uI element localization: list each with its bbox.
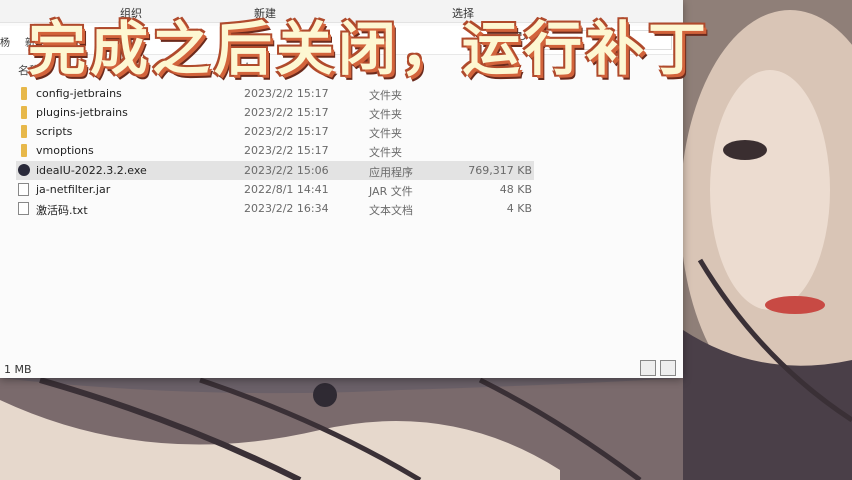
selected-size-label: 1 MB — [4, 363, 32, 376]
file-name: vmoptions — [36, 144, 94, 157]
file-name: ideaIU-2022.3.2.exe — [36, 164, 147, 177]
folder-icon — [21, 87, 27, 100]
file-type: JAR 文件 — [369, 185, 413, 198]
file-row[interactable]: plugins-jetbrains 2023/2/2 15:17 文件夹 — [16, 103, 534, 122]
file-type: 应用程序 — [369, 166, 413, 179]
video-caption: 完成之后关闭，运行补丁 — [28, 15, 711, 83]
file-date: 2023/2/2 15:06 — [244, 164, 329, 177]
tiles-view-icon[interactable] — [660, 360, 676, 376]
file-size: 769,317 KB — [468, 164, 532, 177]
file-date: 2023/2/2 15:17 — [244, 87, 329, 100]
file-type: 文件夹 — [369, 108, 402, 121]
file-name: plugins-jetbrains — [36, 106, 128, 119]
file-row-selected[interactable]: ideaIU-2022.3.2.exe 2023/2/2 15:06 应用程序 … — [16, 161, 534, 180]
file-type: 文件夹 — [369, 89, 402, 102]
details-view-icon[interactable] — [640, 360, 656, 376]
file-row[interactable]: vmoptions 2023/2/2 15:17 文件夹 — [16, 141, 534, 160]
file-row[interactable]: scripts 2023/2/2 15:17 文件夹 — [16, 122, 534, 141]
status-bar: 1 MB — [0, 360, 683, 378]
file-type: 文件夹 — [369, 146, 402, 159]
address-prefix: 杨 — [0, 38, 10, 49]
file-row[interactable]: ja-netfilter.jar 2022/8/1 14:41 JAR 文件 4… — [16, 180, 534, 199]
folder-icon — [21, 106, 27, 119]
folder-icon — [21, 125, 27, 138]
file-type: 文本文档 — [369, 204, 413, 217]
file-name: 激活码.txt — [36, 204, 88, 217]
file-date: 2023/2/2 15:17 — [244, 125, 329, 138]
file-row[interactable]: 激活码.txt 2023/2/2 16:34 文本文档 4 KB — [16, 199, 534, 218]
folder-icon — [21, 144, 27, 157]
file-date: 2023/2/2 16:34 — [244, 202, 329, 215]
file-name: scripts — [36, 125, 73, 138]
file-date: 2022/8/1 14:41 — [244, 183, 329, 196]
file-date: 2023/2/2 15:17 — [244, 144, 329, 157]
file-size: 48 KB — [499, 183, 532, 196]
text-file-icon — [18, 202, 29, 215]
file-name: ja-netfilter.jar — [36, 183, 111, 196]
file-row[interactable]: config-jetbrains 2023/2/2 15:17 文件夹 — [16, 84, 534, 103]
file-name: config-jetbrains — [36, 87, 122, 100]
file-date: 2023/2/2 15:17 — [244, 106, 329, 119]
exe-icon — [18, 164, 30, 176]
file-type: 文件夹 — [369, 127, 402, 140]
file-size: 4 KB — [506, 202, 532, 215]
jar-file-icon — [18, 183, 29, 196]
